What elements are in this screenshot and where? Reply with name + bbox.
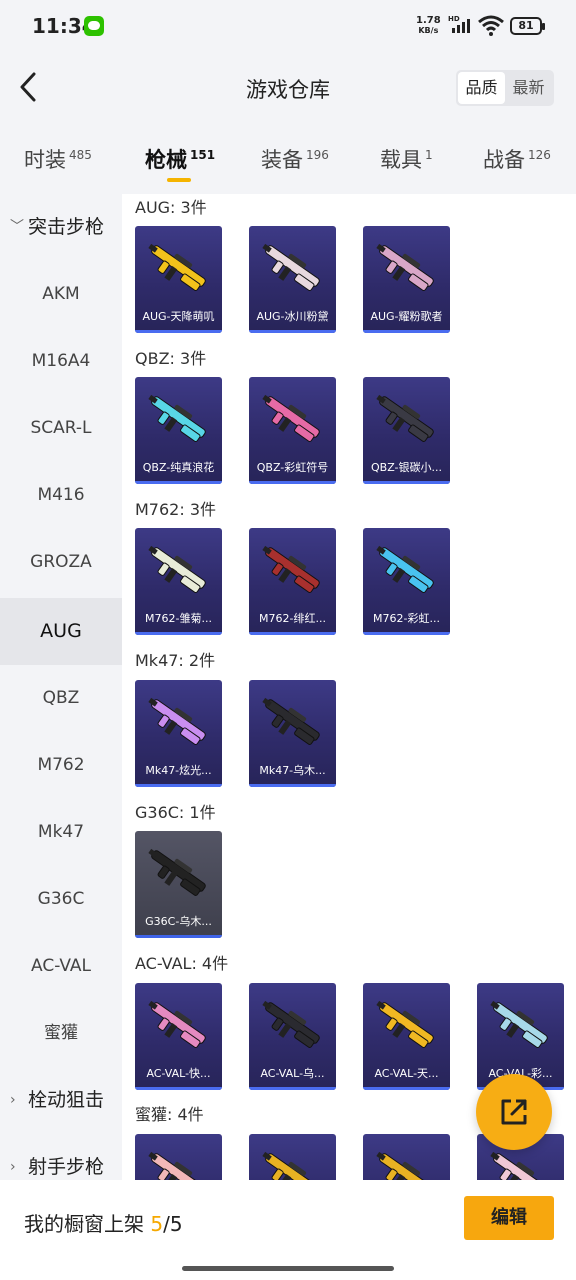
weapon-card[interactable]: M762-绯红...	[249, 528, 336, 635]
tab-equipment[interactable]: 装备 196	[261, 144, 329, 174]
section-title-qbz: QBZ: 3件	[135, 349, 207, 368]
weapon-skin-image	[148, 697, 206, 745]
battery-icon: 81	[510, 17, 545, 35]
edit-button[interactable]: 编辑	[464, 1196, 554, 1240]
weapon-card[interactable]: AUG-耀粉歌者	[363, 226, 450, 333]
weapon-skin-image	[262, 1000, 320, 1048]
weapon-card[interactable]: AC-VAL-乌...	[249, 983, 336, 1090]
sidebar-item-qbz[interactable]: QBZ	[0, 665, 122, 732]
status-bar: 11:34 1.78 KB/s HD 81	[0, 0, 576, 52]
weapon-skin-image	[376, 1151, 434, 1180]
weapon-grid: AUG: 3件 AUG-天降萌叽 AUG-冰川粉黛 AUG-耀粉歌者 QBZ: …	[122, 194, 576, 1180]
weapon-card[interactable]: M762-雏菊...	[135, 528, 222, 635]
sidebar-item-akm[interactable]: AKM	[0, 261, 122, 328]
tab-vehicles[interactable]: 载具 1	[380, 144, 433, 174]
section-title-g36c: G36C: 1件	[135, 803, 216, 822]
weapon-skin-image	[262, 394, 320, 442]
sort-option-newest[interactable]: 最新	[505, 72, 552, 104]
sidebar-item-m762[interactable]: M762	[0, 732, 122, 799]
weapon-skin-image	[262, 545, 320, 593]
weapon-skin-image	[148, 848, 206, 896]
weapon-skin-image	[490, 1000, 548, 1048]
weapon-skin-image	[148, 1000, 206, 1048]
weapon-card[interactable]: QBZ-彩虹符号	[249, 377, 336, 484]
sidebar-item-g36c[interactable]: G36C	[0, 866, 122, 933]
section-title-ac-val: AC-VAL: 4件	[135, 954, 229, 973]
share-icon	[501, 1099, 527, 1125]
signal-icon	[452, 17, 472, 33]
section-title-m762: M762: 3件	[135, 500, 217, 519]
weapon-card[interactable]: QBZ-银碳小...	[363, 377, 450, 484]
weapon-skin-image	[148, 1151, 206, 1180]
wifi-icon	[478, 15, 504, 36]
section-title-honey-badger: 蜜獾: 4件	[135, 1105, 204, 1124]
weapon-card[interactable]: M762-彩虹...	[363, 528, 450, 635]
showcase-status: 我的橱窗上架 5/5	[24, 1212, 183, 1236]
category-tabs: 时装 485 枪械 151 装备 196 载具 1 战备 126	[0, 124, 576, 194]
weapon-skin-image	[262, 1151, 320, 1180]
weapon-card[interactable]: Mk47-炫光...	[135, 680, 222, 787]
weapon-card[interactable]: AC-VAL-天...	[363, 983, 450, 1090]
weapon-skin-image	[148, 243, 206, 291]
weapon-skin-image	[376, 243, 434, 291]
tab-supplies[interactable]: 战备 126	[483, 144, 551, 174]
weapon-card[interactable]	[249, 1134, 336, 1180]
sidebar-item-aug[interactable]: AUG	[0, 598, 122, 665]
sidebar-group-bolt-action[interactable]: › 栓动狙击	[0, 1067, 122, 1134]
weapon-card[interactable]: QBZ-纯真浪花	[135, 377, 222, 484]
weapon-skin-image	[376, 1000, 434, 1048]
weapon-skin-image	[376, 545, 434, 593]
weapon-card[interactable]: AC-VAL-快...	[135, 983, 222, 1090]
weapon-skin-image	[376, 394, 434, 442]
weapon-card[interactable]: G36C-乌木...	[135, 831, 222, 938]
weapon-card[interactable]: Mk47-乌木...	[249, 680, 336, 787]
weapon-skin-image	[148, 394, 206, 442]
title-bar: 游戏仓库 品质 最新	[0, 52, 576, 124]
weapon-skin-image	[148, 545, 206, 593]
weapon-skin-image	[262, 243, 320, 291]
sidebar-item-mk47[interactable]: Mk47	[0, 799, 122, 866]
weapon-card[interactable]: AUG-天降萌叽	[135, 226, 222, 333]
weapon-skin-image	[262, 697, 320, 745]
home-indicator[interactable]	[182, 1266, 394, 1271]
sidebar-item-groza[interactable]: GROZA	[0, 529, 122, 596]
tab-firearms[interactable]: 枪械 151	[145, 144, 215, 174]
weapon-card[interactable]	[135, 1134, 222, 1180]
tab-outfits[interactable]: 时装 485	[24, 144, 92, 174]
weapon-card[interactable]	[363, 1134, 450, 1180]
sidebar-item-ac-val[interactable]: AC-VAL	[0, 933, 122, 1000]
sidebar-item-scar-l[interactable]: SCAR-L	[0, 395, 122, 462]
sidebar-group-assault-rifles[interactable]: ﹀ 突击步枪	[0, 194, 122, 261]
sort-option-quality[interactable]: 品质	[458, 72, 505, 104]
sort-toggle: 品质 最新	[456, 70, 554, 106]
sidebar-item-honey-badger[interactable]: 蜜獾	[0, 1000, 122, 1067]
chevron-down-icon: ﹀	[10, 219, 24, 235]
share-button[interactable]	[476, 1074, 552, 1150]
wechat-notification-icon	[84, 16, 104, 36]
weapon-card[interactable]: AUG-冰川粉黛	[249, 226, 336, 333]
sidebar-item-m416[interactable]: M416	[0, 462, 122, 529]
weapon-type-sidebar: ﹀ 突击步枪 AKM M16A4 SCAR-L M416 GROZA AUG QB…	[0, 194, 122, 1180]
showcase-bar: 我的橱窗上架 5/5 编辑	[0, 1180, 576, 1280]
chevron-right-icon: ›	[10, 1092, 16, 1108]
section-title-mk47: Mk47: 2件	[135, 651, 216, 670]
active-tab-indicator	[167, 178, 191, 182]
section-title-aug: AUG: 3件	[135, 198, 207, 217]
weapon-skin-image	[490, 1151, 548, 1180]
net-speed: 1.78 KB/s	[416, 15, 441, 36]
sidebar-item-m16a4[interactable]: M16A4	[0, 328, 122, 395]
